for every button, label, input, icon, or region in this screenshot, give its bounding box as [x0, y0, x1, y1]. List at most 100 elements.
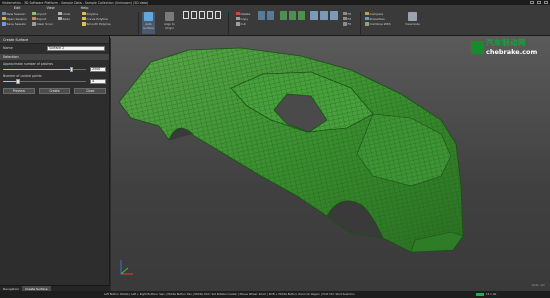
redo-icon: [58, 17, 62, 21]
status-bar: Left Button: Rotate | Left + Right Butto…: [0, 291, 550, 298]
name-row: Name Surface 2: [0, 44, 109, 52]
watermark-logo: 汽车制动网 chebrake.com: [471, 37, 547, 59]
approx-patches-row: 2500: [0, 66, 109, 72]
preview-button[interactable]: Preview: [3, 88, 35, 95]
viewport-units: Units: mm: [531, 284, 545, 287]
select-tools: [183, 11, 221, 19]
panel-buttons: Preview Create Close: [0, 84, 109, 98]
ribbon-separator: [360, 12, 361, 34]
analysis-group: Compare Properties Combine With: [365, 11, 391, 27]
curve-icon: [82, 17, 86, 21]
ribbon-separator: [138, 12, 139, 34]
select-tool-3-icon[interactable]: [199, 11, 205, 19]
clear-icon: [32, 22, 36, 26]
brand-emblem-icon: [471, 41, 484, 54]
new-session-button[interactable]: New Session: [2, 11, 27, 16]
menu-edit[interactable]: Edit: [14, 6, 21, 10]
create-surface-panel: Create Surface Name Surface 2 Selection …: [0, 36, 110, 291]
clear-scan-button[interactable]: Clear Scan: [32, 21, 53, 26]
session-group: New Session Open Session Save Session: [2, 11, 27, 27]
select-tool-5-icon[interactable]: [215, 11, 221, 19]
entity-group: Polyline Curve Polyline Smooth Polyline: [82, 11, 111, 27]
patch-tool-2-icon[interactable]: [289, 11, 296, 20]
smooth-curve-icon: [82, 22, 86, 26]
fit-button-3[interactable]: Fit: [343, 21, 351, 26]
patch-tool-1-icon[interactable]: [280, 11, 287, 20]
control-points-slider[interactable]: [3, 79, 87, 84]
fit-icon: [343, 12, 347, 16]
minimize-button[interactable]: [530, 0, 534, 4]
align-icon: [165, 12, 174, 21]
approx-patches-input[interactable]: 2500: [90, 66, 106, 72]
cut-button[interactable]: Cut: [236, 21, 250, 26]
viewmode-button[interactable]: Viewmode: [405, 12, 420, 34]
auto-surface-button[interactable]: Auto Surface: [142, 12, 155, 34]
fit-group: Fit Fit Fit: [343, 11, 351, 27]
save-icon: [2, 22, 6, 26]
window-title: Visilemetrix - 3D Software Platform - Sa…: [2, 0, 149, 5]
name-input[interactable]: Surface 2: [47, 45, 105, 51]
approx-patches-thumb[interactable]: [69, 67, 73, 72]
watermark-en: chebrake.com: [486, 48, 538, 56]
import-icon: [32, 12, 36, 16]
surface-tool-2-icon[interactable]: [320, 11, 328, 20]
properties-icon: [365, 17, 369, 21]
name-label: Name: [3, 46, 13, 50]
window-controls: [530, 0, 548, 4]
memory-progress: [476, 293, 484, 296]
patch-tools: [280, 11, 305, 20]
3d-viewport[interactable]: 汽车制动网 chebrake.com Units: mm: [111, 36, 550, 291]
edit-group: Delete Copy Cut: [236, 11, 250, 27]
open-folder-icon: [2, 17, 6, 21]
surface-tool-3-icon[interactable]: [330, 11, 338, 20]
redo-button[interactable]: Redo: [58, 16, 70, 21]
polyline-icon: [82, 12, 86, 16]
fit-icon: [343, 22, 347, 26]
close-window-button[interactable]: [544, 0, 548, 4]
select-tool-2-icon[interactable]: [191, 11, 197, 19]
approx-patches-fill: [3, 68, 72, 71]
undo-group: Undo Redo: [58, 11, 70, 21]
export-icon: [32, 17, 36, 21]
open-session-button[interactable]: Open Session: [2, 16, 27, 21]
menu-help[interactable]: Help: [81, 6, 89, 10]
memory-usage: 15.1 Gb: [486, 293, 497, 296]
ribbon-toolbar: Edit View Help New Session Open Session …: [0, 5, 550, 39]
combine-button[interactable]: Combine With: [365, 21, 391, 26]
smooth-tool-icon[interactable]: [267, 11, 274, 20]
panel-header: Create Surface: [0, 36, 109, 44]
control-points-input[interactable]: 4: [90, 78, 106, 84]
control-points-row: 4: [0, 78, 109, 84]
auto-surface-icon: [144, 12, 153, 21]
mouse-hints: Left Button: Rotate | Left + Right Butto…: [104, 293, 355, 296]
surface-tools: [310, 11, 338, 20]
surface-tool-1-icon[interactable]: [310, 11, 318, 20]
delete-icon: [236, 12, 240, 16]
create-button[interactable]: Create: [38, 88, 71, 95]
smooth-polyline-button[interactable]: Smooth Polyline: [82, 21, 111, 26]
approx-patches-slider[interactable]: [3, 67, 87, 72]
new-session-icon: [2, 12, 6, 16]
maximize-button[interactable]: [537, 0, 541, 4]
clean-tool-icon[interactable]: [258, 11, 265, 20]
select-tool-1-icon[interactable]: [183, 11, 189, 19]
select-tool-4-icon[interactable]: [207, 11, 213, 19]
car-body: [118, 47, 464, 253]
car-body-mesh: [118, 47, 464, 275]
close-button[interactable]: Close: [74, 88, 107, 95]
patch-tool-3-icon[interactable]: [298, 11, 305, 20]
control-points-thumb[interactable]: [16, 79, 20, 84]
align-origin-button[interactable]: Align to Origin: [163, 12, 176, 34]
compare-icon: [365, 12, 369, 16]
viewmode-icon: [408, 12, 417, 21]
cut-icon: [236, 22, 240, 26]
file-group: Import Export Clear Scan: [32, 11, 53, 27]
watermark-cn: 汽车制动网: [486, 38, 526, 47]
copy-icon: [236, 17, 240, 21]
clean-tools: [258, 11, 274, 20]
menu-view[interactable]: View: [47, 6, 55, 10]
save-session-button[interactable]: Save Session: [2, 21, 27, 26]
undo-icon: [58, 12, 62, 16]
curve-polyline-button[interactable]: Curve Polyline: [82, 16, 111, 21]
fit-icon: [343, 17, 347, 21]
